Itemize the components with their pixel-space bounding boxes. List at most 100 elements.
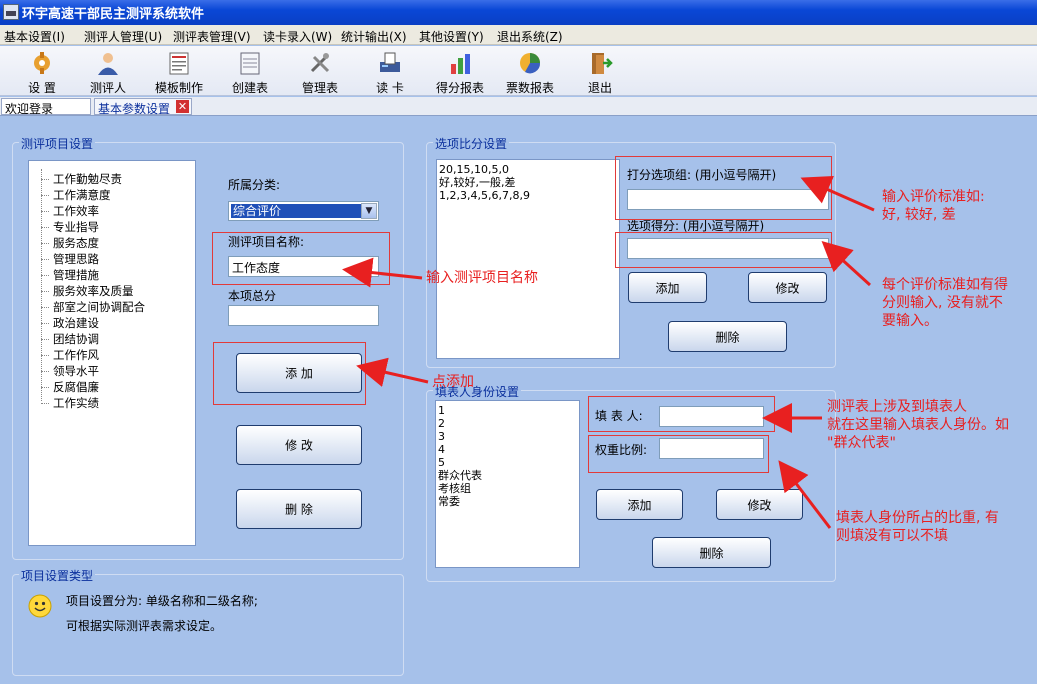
tree-connector (41, 387, 49, 388)
highlight-box (588, 435, 769, 473)
filler-list-item[interactable]: 考核组 (438, 482, 577, 495)
tab-welcome[interactable]: 欢迎登录 (1, 98, 91, 116)
type-line-1: 项目设置分为: 单级名称和二级名称; (66, 594, 258, 608)
tree-connector (41, 355, 49, 356)
filler-list-item[interactable]: 5 (438, 456, 577, 469)
option-score-title: 选项比分设置 (433, 135, 510, 152)
tab-basic-settings[interactable]: 基本参数设置 ✕ (94, 98, 192, 116)
option-list[interactable]: 20,15,10,5,0 好,较好,一般,差 1,2,3,4,5,6,7,8,9 (436, 159, 620, 359)
toolbar: 设 置 测评人 模板制作 创建表 管理表 读 卡 得分报表 票数报表 退出 (0, 46, 1037, 96)
vote-report-icon (520, 53, 541, 74)
category-select[interactable]: 综合评价 ▼ (228, 201, 379, 221)
tree-item[interactable]: 工作效率 (53, 203, 99, 219)
toolbar-settings-button[interactable]: 设 置 (14, 48, 70, 95)
tree-item[interactable]: 管理思路 (53, 251, 99, 267)
category-label: 所属分类: (228, 178, 281, 192)
person-icon (98, 53, 118, 75)
toolbar-read-card-button[interactable]: 读 卡 (362, 48, 418, 95)
menu-stats-output[interactable]: 统计输出(X) (341, 28, 407, 45)
project-type-title: 项目设置类型 (19, 567, 96, 584)
tree-connector (41, 307, 49, 308)
tree-item[interactable]: 团结协调 (53, 331, 99, 347)
toolbar-vote-report-button[interactable]: 票数报表 (500, 48, 560, 95)
toolbar-template-button[interactable]: 模板制作 (148, 48, 210, 95)
close-tab-icon[interactable]: ✕ (176, 100, 189, 113)
tree-connector (41, 211, 49, 212)
type-line-2: 可根据实际测评表需求设定。 (66, 619, 223, 633)
tree-guide-line (41, 169, 42, 401)
highlight-box (212, 232, 390, 285)
toolbar-manage-table-button[interactable]: 管理表 (292, 48, 348, 95)
tree-item[interactable]: 服务效率及质量 (53, 283, 134, 299)
toolbar-evaluator-button[interactable]: 测评人 (80, 48, 136, 95)
option-list-item[interactable]: 好,较好,一般,差 (439, 176, 617, 189)
filler-edit-button[interactable]: 修改 (716, 489, 803, 520)
annotation-project-name: 输入测评项目名称 (426, 270, 538, 286)
annotation-score-note: 每个评价标准如有得 分则输入, 没有就不 要输入。 (882, 277, 1008, 329)
highlight-box (213, 342, 366, 405)
filler-list-item[interactable]: 常委 (438, 495, 577, 508)
menu-exit-system[interactable]: 退出系统(Z) (497, 28, 563, 45)
menu-other-settings[interactable]: 其他设置(Y) (419, 28, 484, 45)
annotation-filler-note: 测评表上涉及到填表人 就在这里输入填表人身份。如 "群众代表" (827, 399, 1009, 451)
total-score-label: 本项总分 (228, 289, 277, 303)
filler-list-item[interactable]: 3 (438, 430, 577, 443)
title-bar: 环宇高速干部民主测评系统软件 (0, 0, 1037, 25)
tree-connector (41, 323, 49, 324)
tree-item[interactable]: 工作实绩 (53, 395, 99, 411)
toolbar-create-table-button[interactable]: 创建表 (222, 48, 278, 95)
tree-connector (41, 243, 49, 244)
toolbar-exit-button[interactable]: 退出 (572, 48, 628, 95)
tree-item[interactable]: 服务态度 (53, 235, 99, 251)
filler-delete-button[interactable]: 删除 (652, 537, 771, 568)
tree-connector (41, 339, 49, 340)
project-edit-button[interactable]: 修 改 (236, 425, 362, 465)
tree-item[interactable]: 专业指导 (53, 219, 99, 235)
tree-item[interactable]: 政治建设 (53, 315, 99, 331)
tools-icon (310, 53, 330, 73)
tree-item[interactable]: 领导水平 (53, 363, 99, 379)
filler-list-item[interactable]: 群众代表 (438, 469, 577, 482)
tree-connector (41, 275, 49, 276)
toolbar-score-report-button[interactable]: 得分报表 (430, 48, 490, 95)
menu-form-mgmt[interactable]: 测评表管理(V) (173, 28, 251, 45)
filler-list[interactable]: 1 2 3 4 5 群众代表 考核组 常委 (435, 400, 580, 568)
option-list-item[interactable]: 1,2,3,4,5,6,7,8,9 (439, 189, 617, 202)
menu-bar: 基本设置(I) 测评人管理(U) 测评表管理(V) 读卡录入(W) 统计输出(X… (0, 25, 1037, 45)
tree-connector (41, 259, 49, 260)
tree-item[interactable]: 工作满意度 (53, 187, 111, 203)
project-delete-button[interactable]: 删 除 (236, 489, 362, 529)
tree-item[interactable]: 反腐倡廉 (53, 379, 99, 395)
app-icon (3, 4, 19, 20)
total-score-input[interactable] (228, 305, 379, 326)
settings-icon (34, 52, 50, 74)
menu-evaluator-mgmt[interactable]: 测评人管理(U) (84, 28, 162, 45)
menu-basic-settings[interactable]: 基本设置(I) (4, 28, 65, 45)
create-table-icon (240, 52, 260, 75)
tree-item[interactable]: 工作勤勉尽责 (53, 171, 122, 187)
tree-item[interactable]: 管理措施 (53, 267, 99, 283)
tab-strip: 欢迎登录 基本参数设置 ✕ (0, 97, 1037, 116)
tree-connector (41, 179, 49, 180)
menu-card-entry[interactable]: 读卡录入(W) (263, 28, 332, 45)
project-tree[interactable]: 工作勤勉尽责 工作满意度 工作效率 专业指导 服务态度 管理思路 管理措施 服务效率及质量 部室… (28, 160, 196, 546)
card-reader-icon (380, 52, 400, 72)
tree-connector (41, 291, 49, 292)
filler-add-button[interactable]: 添加 (596, 489, 683, 520)
tree-connector (41, 195, 49, 196)
project-settings-title: 测评项目设置 (19, 135, 96, 152)
filler-list-item[interactable]: 2 (438, 417, 577, 430)
highlight-box (615, 232, 832, 268)
tree-item[interactable]: 部室之间协调配合 (53, 299, 145, 315)
option-edit-button[interactable]: 修改 (748, 272, 827, 303)
highlight-box (615, 156, 832, 220)
option-add-button[interactable]: 添加 (628, 272, 707, 303)
filler-list-item[interactable]: 1 (438, 404, 577, 417)
chevron-down-icon[interactable]: ▼ (361, 203, 377, 219)
highlight-box (588, 396, 775, 432)
filler-list-item[interactable]: 4 (438, 443, 577, 456)
option-delete-button[interactable]: 删除 (668, 321, 787, 352)
tree-connector (41, 227, 49, 228)
tree-item[interactable]: 工作作风 (53, 347, 99, 363)
option-list-item[interactable]: 20,15,10,5,0 (439, 163, 617, 176)
